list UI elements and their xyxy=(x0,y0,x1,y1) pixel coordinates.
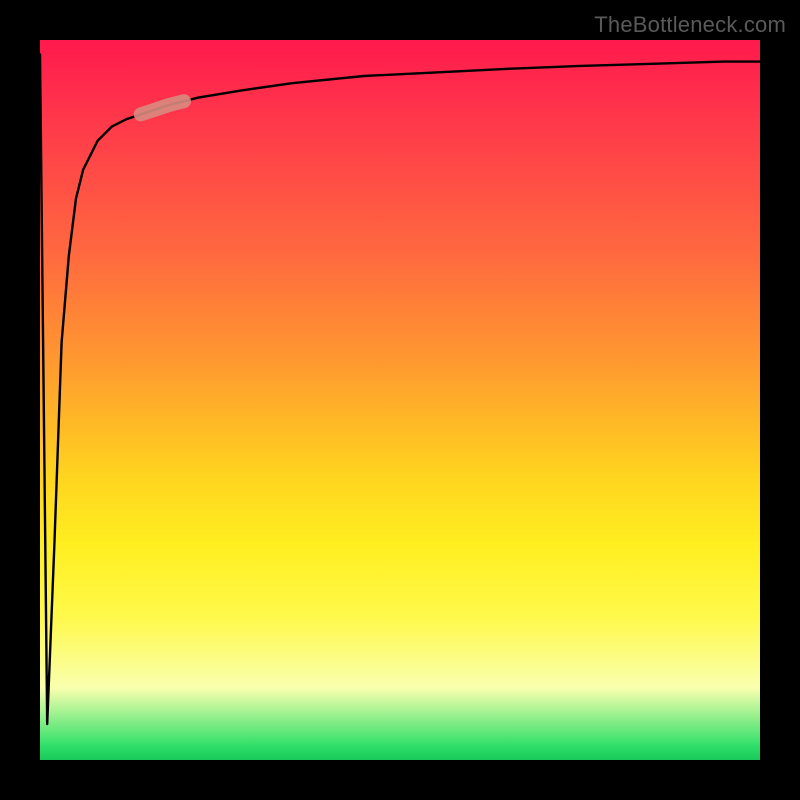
chart-stage: TheBottleneck.com xyxy=(0,0,800,800)
watermark-text: TheBottleneck.com xyxy=(594,12,786,38)
chart-plot-area xyxy=(40,40,760,760)
